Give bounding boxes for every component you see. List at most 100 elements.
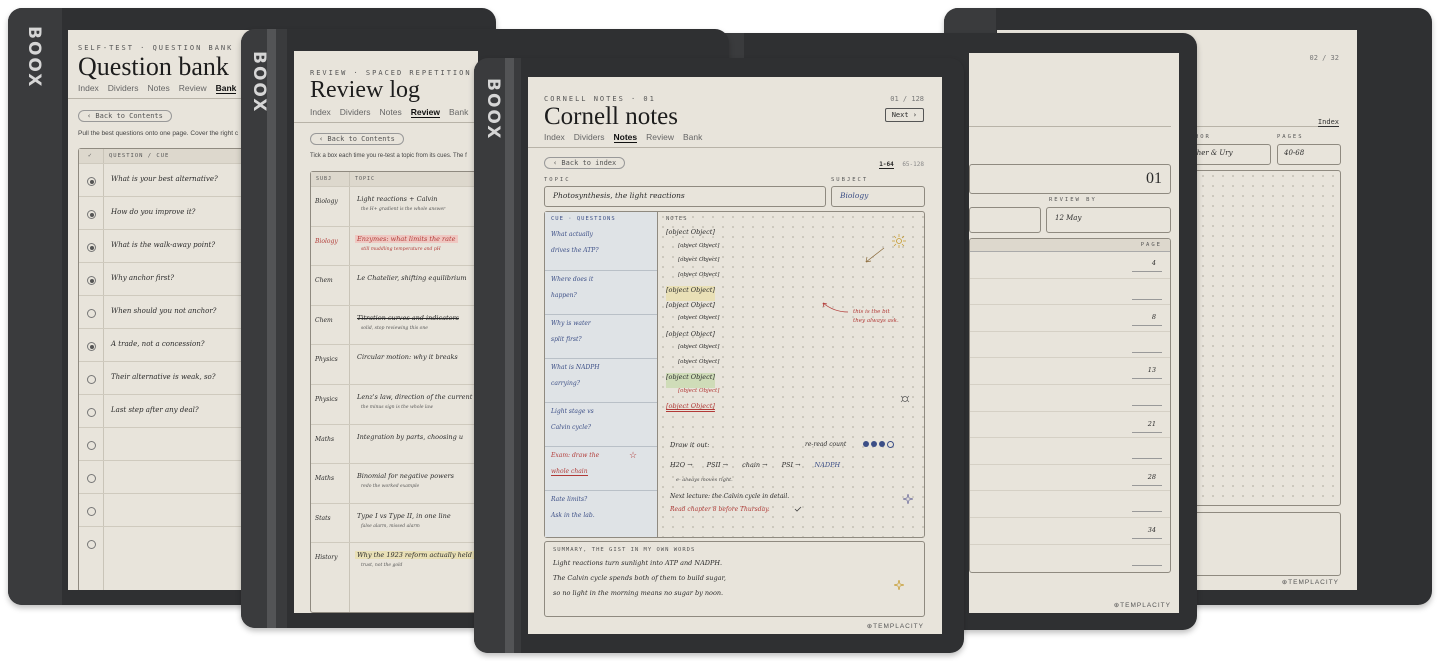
table-row[interactable]: Biology Light reactions + Calvin the H+ gr… [311,186,478,226]
table-row[interactable] [970,543,1170,571]
page-number: 28 [1147,472,1156,481]
review-by-field[interactable] [969,207,1041,233]
table-row[interactable]: Chem Le Chatelier, shifting equilibrium [311,265,478,305]
index-button[interactable]: Index [1317,118,1339,127]
cue-item[interactable]: What is NADPH carrying? [545,358,657,403]
page-number-underline [1132,458,1162,460]
tab-index[interactable]: Index [544,132,565,143]
tab-notes[interactable]: Notes [380,107,402,118]
row-checkbox[interactable] [87,474,96,483]
topic-text: Integration by parts, choosing u [357,432,464,441]
row-checkbox[interactable] [87,276,96,285]
table-row[interactable]: 8 [970,304,1170,331]
tab-review[interactable]: Review [646,132,674,143]
subject-text: History [315,554,338,562]
table-row[interactable]: History Why the 1923 reform actually held… [311,542,478,582]
table-row[interactable] [970,437,1170,464]
question-text: What is your best alternative? [111,175,218,183]
row-checkbox[interactable] [87,441,96,450]
range-tab-65-128[interactable]: 65-128 [902,161,924,168]
topic-text: Lenz's law, direction of the current [357,393,473,401]
chain-step: PSII → [706,461,729,469]
row-checkbox[interactable] [87,540,96,549]
cue-item[interactable]: What actually drives the ATP? [545,226,657,270]
table-row[interactable]: 13 [970,357,1170,384]
table-row[interactable]: Physics Lenz's law, direction of the curr… [311,384,478,424]
page-number: 8 [1151,313,1156,322]
topic-col-label: TOPIC [355,176,376,182]
question-text: A trade, not a concession? [111,340,205,348]
row-checkbox[interactable] [87,507,96,516]
table-row[interactable] [970,384,1170,411]
reread-label: re-read count [805,441,847,448]
page-number: 34 [1147,526,1156,534]
row-checkbox[interactable] [87,177,96,186]
topic-note: solid, stop reviewing this one [361,325,428,331]
back-to-contents-button[interactable]: ‹ Back to Contents [78,110,172,122]
table-row[interactable]: Maths Binomial for negative powers redo th… [311,463,478,503]
row-checkbox[interactable] [87,210,96,219]
row-checkbox[interactable] [87,243,96,252]
table-row[interactable]: 34 [970,517,1170,544]
topic-note: still muddling temperature and pH [361,246,441,252]
table-row[interactable] [970,330,1170,358]
table-row[interactable] [970,490,1170,517]
tab-dividers[interactable]: Dividers [574,132,605,143]
notes-column[interactable]: NOTES [object Object] [object Object] [obj… [658,212,924,537]
tick-icon [794,506,802,512]
table-row[interactable]: 28 [970,463,1170,491]
review-table: SUBJ TOPIC Biology Light reactions + Calv… [310,171,478,613]
tab-review[interactable]: Review [410,107,441,118]
templacity-logo: ⊕TEMPLACITY [1113,602,1171,609]
table-row[interactable]: Stats Type I vs Type II, in one line false… [311,502,478,543]
row-checkbox[interactable] [87,375,96,384]
tab-index[interactable]: Index [310,107,331,118]
tab-index[interactable]: Index [78,83,99,94]
back-to-index-button[interactable]: ‹ Back to index [544,157,626,169]
number-field[interactable]: 01 [969,164,1171,194]
tab-bank[interactable]: Bank [449,107,468,118]
row-checkbox[interactable] [87,342,96,351]
table-row[interactable] [970,277,1170,305]
pages-field[interactable]: 40-68 [1277,144,1341,165]
read-chapter-note: Read chapter 8 before Thursday. [670,506,770,513]
table-row[interactable]: 21 [970,410,1170,438]
table-row[interactable]: 4 [970,251,1170,277]
cue-item[interactable]: Why is water split first? [545,314,657,359]
table-row[interactable]: Chem Titration curves and indicators solid… [311,304,478,345]
topic-note: the minus sign is the whole law [361,405,433,410]
cue-column[interactable]: CUE · QUESTIONS What actually drives the … [545,212,658,537]
topic-text: Why the 1923 reform actually held [355,551,474,560]
table-row[interactable]: Maths Integration by parts, choosing u [311,423,478,464]
page-title: Question bank [78,52,229,81]
table-row[interactable]: Physics Circular motion: why it breaks [311,344,478,384]
row-checkbox[interactable] [87,309,96,318]
tab-review[interactable]: Review [179,83,207,94]
note-line: [object Object] [666,329,715,338]
page-number-underline [1132,538,1162,539]
tab-notes[interactable]: Notes [148,83,170,94]
arrow-doodle-icon [865,247,885,263]
review-by-value-field[interactable]: 12 May [1046,207,1171,233]
tab-bank[interactable]: Bank [215,83,237,94]
back-to-contents-button[interactable]: ‹ Back to Contents [310,133,404,145]
tab-bank[interactable]: Bank [683,132,702,143]
row-checkbox[interactable] [87,408,96,417]
range-tab-1-64[interactable]: 1-64 [879,161,894,169]
page-kicker: SELF-TEST · QUESTION BANK · 01 [78,44,265,52]
tab-dividers[interactable]: Dividers [340,107,371,118]
cue-item[interactable]: Where does it happen? [545,270,657,315]
sparkle-doodle-icon [894,580,904,590]
tab-notes[interactable]: Notes [613,132,638,143]
subject-field[interactable]: Biology [831,186,925,207]
table-row[interactable]: Biology Enzymes: what limits the rate stil… [311,225,478,266]
summary-box[interactable]: SUMMARY, THE GIST IN MY OWN WORDS Light … [544,541,925,617]
cue-item[interactable]: Exam: draw the whole chain [545,446,657,491]
cue-item[interactable]: Rate limits? Ask in the lab. [545,490,657,535]
page-kicker: CORNELL NOTES · 01 [544,95,656,103]
reread-dots[interactable] [863,441,894,448]
cue-item[interactable]: Light stage vs Calvin cycle? [545,402,657,447]
topic-field[interactable]: Photosynthesis, the light reactions [544,186,826,207]
tab-dividers[interactable]: Dividers [108,83,139,94]
next-page-button[interactable]: Next › [884,108,924,122]
